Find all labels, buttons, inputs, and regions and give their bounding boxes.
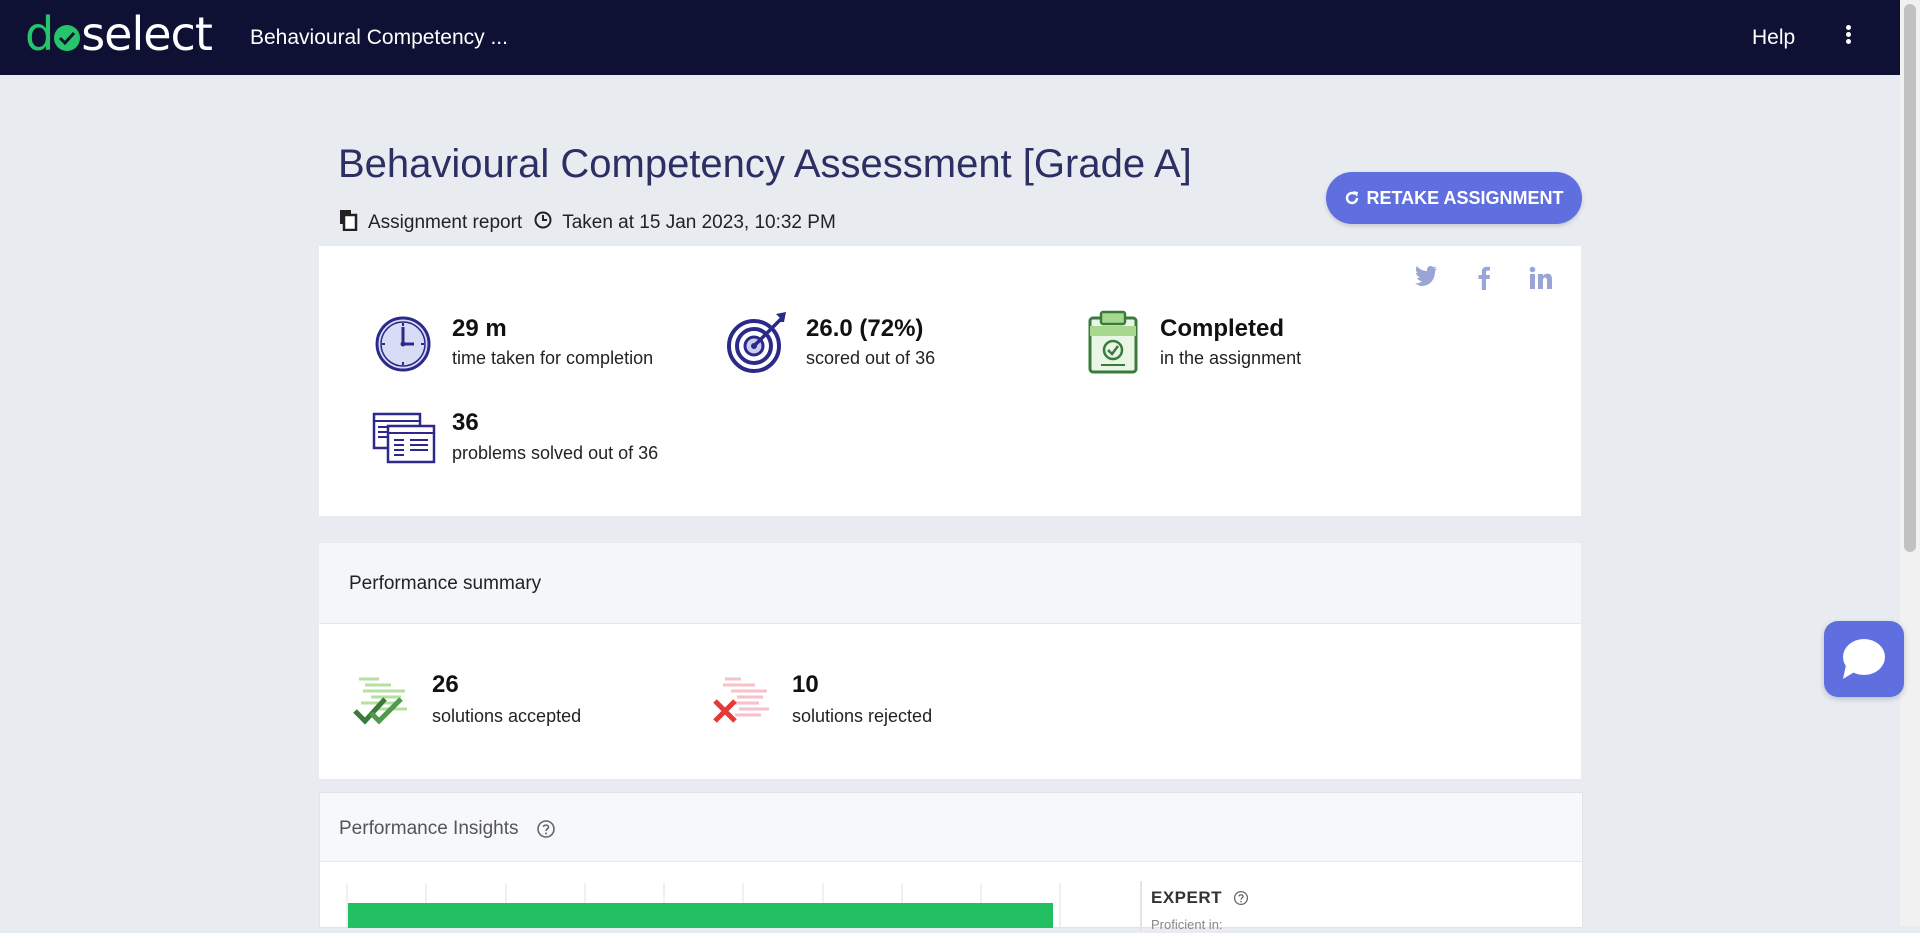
assignment-meta: Assignment report Taken at 15 Jan 2023, … <box>338 209 836 237</box>
time-taken-label: time taken for completion <box>452 348 654 368</box>
clock-small-icon <box>534 211 552 235</box>
doselect-logo[interactable]: d select <box>25 10 213 58</box>
accepted-value: 26 <box>432 671 459 698</box>
proficient-in-label: Proficient in: <box>1151 917 1223 932</box>
help-circle-icon[interactable] <box>536 819 556 839</box>
performance-summary-title: Performance summary <box>349 573 542 594</box>
performance-summary-card: Performance summary 26 solutions accepte… <box>319 543 1581 779</box>
score-value: 26.0 (72%) <box>806 315 924 342</box>
chat-bubble-icon <box>1843 639 1885 679</box>
rejected-value: 10 <box>792 671 819 698</box>
expert-level-label: EXPERT <box>1151 887 1249 908</box>
linkedin-icon[interactable] <box>1529 266 1553 295</box>
insights-bar <box>348 903 1053 928</box>
status-label: in the assignment <box>1160 348 1302 368</box>
twitter-icon[interactable] <box>1414 266 1438 291</box>
assignment-report-label: Assignment report <box>368 212 523 233</box>
facebook-icon[interactable] <box>1477 266 1491 295</box>
rejected-icon <box>713 677 769 723</box>
time-taken-value: 29 m <box>452 315 507 342</box>
score-label: scored out of 36 <box>806 348 936 368</box>
page-title: Behavioural Competency Assessment [Grade… <box>338 142 1192 186</box>
rejected-label: solutions rejected <box>792 706 933 726</box>
help-link[interactable]: Help <box>1752 26 1795 50</box>
performance-insights-header: Performance Insights <box>320 793 1582 862</box>
retake-assignment-button[interactable]: RETAKE ASSIGNMENT <box>1326 172 1582 224</box>
problems-solved-label: problems solved out of 36 <box>452 443 659 463</box>
more-options-icon[interactable] <box>1843 25 1853 49</box>
logo-check-icon <box>54 25 81 51</box>
accepted-icon <box>353 677 407 725</box>
performance-insights-title: Performance Insights <box>339 818 519 839</box>
clock-icon <box>375 316 431 372</box>
clipboard-check-icon <box>1088 310 1138 374</box>
page-scrollbar[interactable] <box>1900 0 1920 926</box>
refresh-icon <box>1346 191 1359 205</box>
performance-summary-header: Performance summary <box>319 543 1581 624</box>
app-title: Behavioural Competency ... <box>250 26 508 49</box>
accepted-label: solutions accepted <box>432 706 582 726</box>
insights-chart <box>346 883 1066 928</box>
target-icon <box>727 312 786 373</box>
top-navbar: d select Behavioural Competency ... Help <box>0 0 1900 75</box>
expert-help-icon[interactable] <box>1233 890 1249 906</box>
scrollbar-thumb[interactable] <box>1904 4 1916 552</box>
report-icon <box>338 209 358 237</box>
performance-insights-card: Performance Insights EXPERT Proficient i… <box>319 792 1583 932</box>
taken-at-label: Taken at 15 Jan 2023, 10:32 PM <box>562 212 836 233</box>
problems-icon <box>372 412 436 464</box>
status-value: Completed <box>1160 315 1285 342</box>
chat-launcher-button[interactable] <box>1824 621 1904 697</box>
assignment-stats-card: 29 m time taken for completion 26.0 (72%… <box>319 246 1581 516</box>
problems-solved-value: 36 <box>452 409 479 436</box>
insights-divider <box>1140 881 1142 931</box>
